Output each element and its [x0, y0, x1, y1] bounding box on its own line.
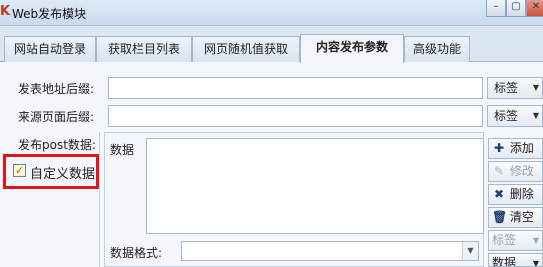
- side-data-label: 数据: [492, 256, 517, 267]
- plus-icon: ✚: [493, 141, 505, 155]
- custom-data-label: 自定义数据: [30, 167, 96, 182]
- clear-button[interactable]: 🗑 清空: [488, 207, 543, 228]
- chevron-down-icon: ▼: [532, 236, 539, 245]
- edit-label: 修改: [509, 164, 534, 178]
- add-button[interactable]: ✚ 添加: [488, 138, 543, 159]
- chevron-down-icon[interactable]: ▼: [462, 242, 478, 260]
- data-textarea[interactable]: [146, 138, 484, 234]
- tab-site-auto-login[interactable]: 网站自动登录: [4, 36, 96, 62]
- post-url-tag-button[interactable]: 标签 ▼: [487, 77, 543, 99]
- data-format-select[interactable]: ▼: [181, 241, 479, 261]
- delete-label: 删除: [509, 187, 534, 201]
- chevron-down-icon: ▼: [532, 111, 539, 120]
- side-tag-button[interactable]: 标签 ▼: [488, 230, 543, 251]
- close-button[interactable]: ✕: [526, 0, 543, 17]
- delete-button[interactable]: ✖ 删除: [488, 184, 543, 205]
- maximize-button[interactable]: ▢: [506, 0, 526, 17]
- chevron-down-icon: ▼: [532, 83, 539, 92]
- add-label: 添加: [509, 141, 534, 155]
- title-bar: K Web发布模块 – ▢ ✕: [0, 0, 543, 26]
- custom-data-checkbox-row[interactable]: ✓ 自定义数据: [3, 154, 99, 189]
- checkbox-checked-icon[interactable]: ✓: [13, 164, 26, 177]
- minimize-button[interactable]: –: [486, 0, 506, 17]
- app-logo-icon: K: [0, 4, 11, 19]
- data-label: 数据: [110, 143, 135, 157]
- post-url-suffix-label: 发表地址后缀:: [18, 82, 95, 96]
- post-data-left-column: [6, 132, 100, 267]
- edit-button[interactable]: ✎ 修改: [488, 161, 543, 182]
- chevron-down-icon: ▼: [532, 259, 539, 267]
- pencil-icon: ✎: [493, 164, 505, 178]
- x-icon: ✖: [493, 187, 505, 201]
- source-page-suffix-label: 来源页面后缀:: [18, 110, 95, 124]
- tab-content-publish-params[interactable]: 内容发布参数: [300, 34, 404, 63]
- tab-page-random-value[interactable]: 网页随机值获取: [192, 36, 300, 62]
- trash-icon: 🗑: [492, 210, 508, 224]
- clear-label: 清空: [509, 210, 534, 224]
- side-tag-label: 标签: [492, 233, 517, 247]
- window-title: Web发布模块: [12, 7, 87, 21]
- post-url-suffix-input[interactable]: [108, 77, 483, 99]
- tab-advanced[interactable]: 高级功能: [404, 36, 470, 62]
- source-page-suffix-input[interactable]: [108, 105, 483, 127]
- source-page-tag-label: 标签: [494, 109, 519, 123]
- source-page-tag-button[interactable]: 标签 ▼: [487, 105, 543, 127]
- side-data-button[interactable]: 数据 ▼: [488, 253, 543, 267]
- data-format-label: 数据格式:: [110, 246, 163, 260]
- post-url-tag-label: 标签: [494, 81, 519, 95]
- tab-get-column-list[interactable]: 获取栏目列表: [96, 36, 192, 62]
- tab-strip: 网站自动登录 获取栏目列表 网页随机值获取 内容发布参数 高级功能: [0, 34, 543, 63]
